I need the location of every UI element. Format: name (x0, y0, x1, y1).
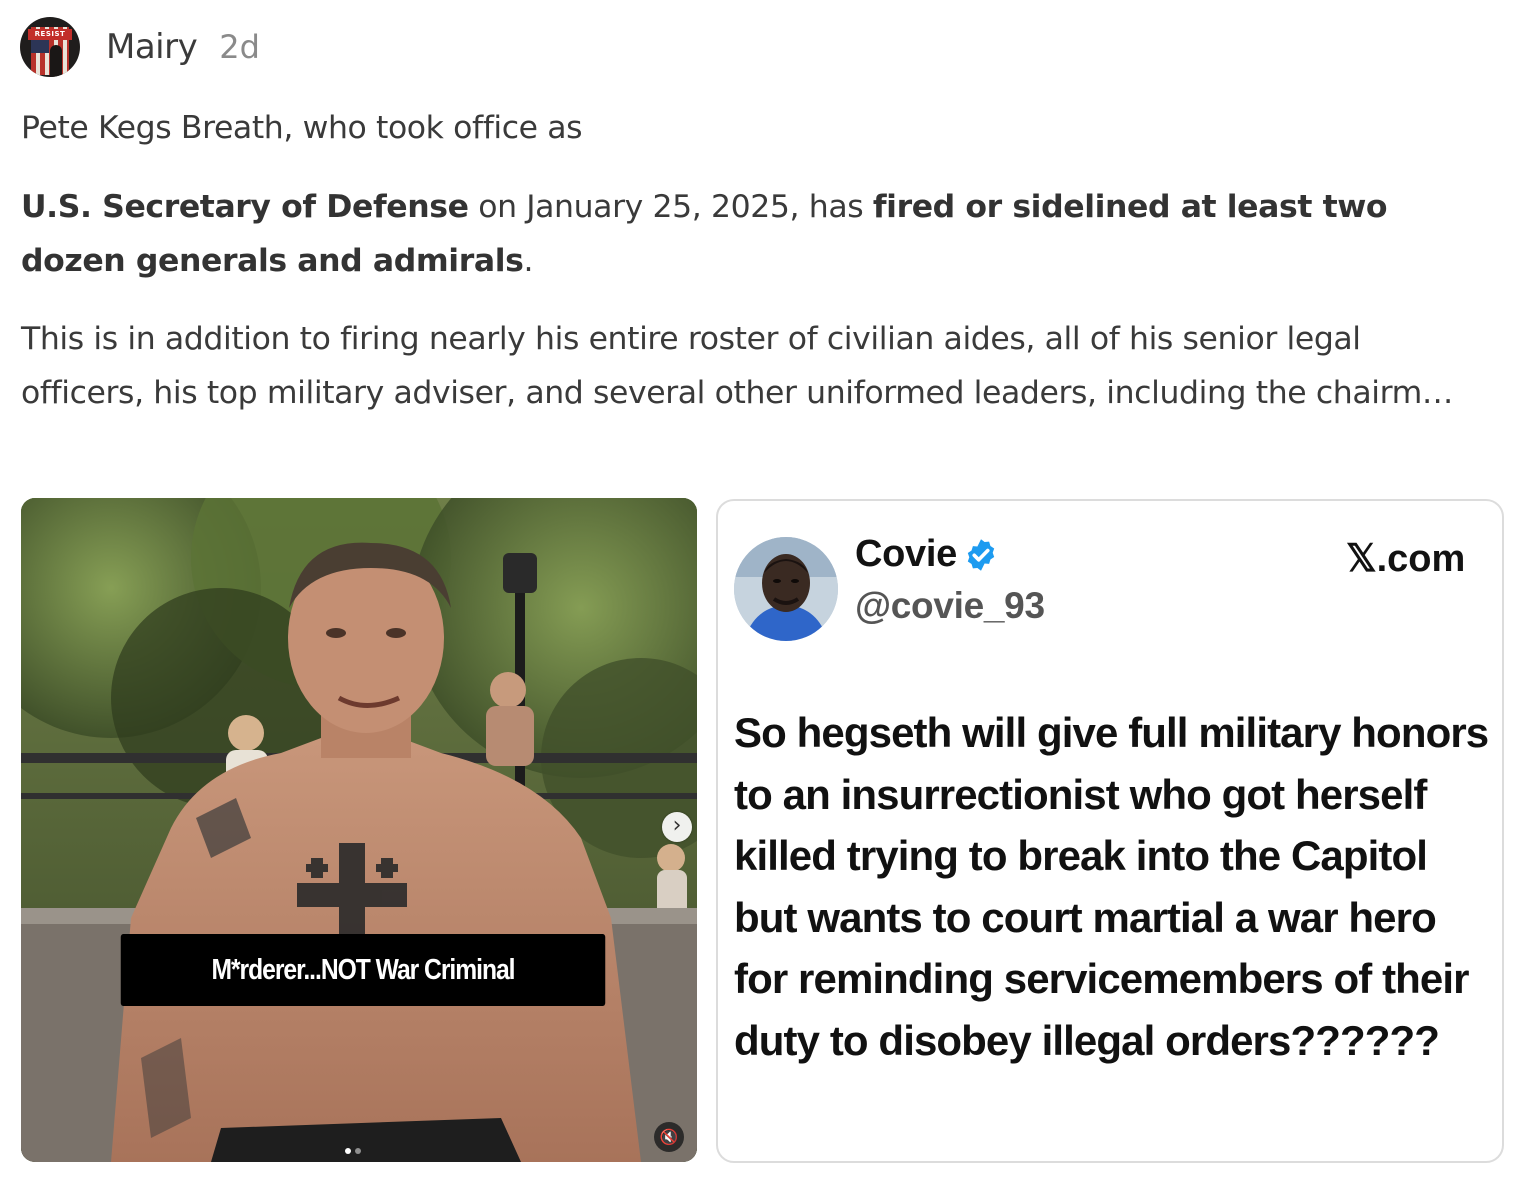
statue-icon (50, 45, 62, 77)
avatar-portrait (734, 537, 838, 641)
carousel-dots (345, 1148, 361, 1154)
post-timestamp[interactable]: 2d (219, 28, 260, 66)
chevron-right-icon[interactable]: › (662, 812, 692, 842)
carousel-dot[interactable] (355, 1148, 361, 1154)
embedded-tweet-card[interactable]: Covie @covie_93 𝕏.com So hegseth will gi… (716, 499, 1504, 1163)
post-paragraph-2: U.S. Secretary of Defense on January 25,… (21, 189, 1388, 279)
tweet-author-handle[interactable]: @covie_93 (855, 585, 1045, 627)
tweet-author-avatar[interactable] (734, 537, 838, 641)
author-avatar[interactable]: RESIST (20, 17, 80, 77)
bold-text: U.S. Secretary of Defense (21, 189, 469, 225)
tweet-name-row: Covie (855, 533, 999, 576)
speaker-muted-icon[interactable]: 🔇 (654, 1122, 684, 1152)
carousel-dot[interactable] (345, 1148, 351, 1154)
avatar-badge: RESIST (28, 29, 72, 40)
tweet-source-link[interactable]: 𝕏.com (1346, 536, 1465, 581)
video-caption: M*rderer...NOT War Criminal (120, 934, 606, 1006)
tweet-author-name[interactable]: Covie (855, 533, 957, 576)
post-paragraph-1: Pete Kegs Breath, who took office as (21, 110, 583, 146)
author-name[interactable]: Mairy (106, 27, 198, 67)
photo-illustration (21, 498, 697, 1162)
media-photo[interactable]: M*rderer...NOT War Criminal › 🔇 (21, 498, 697, 1162)
post-header: RESIST Mairy 2d (20, 17, 260, 77)
post-paragraph-3: This is in addition to firing nearly his… (21, 321, 1453, 411)
tweet-text: So hegseth will give full military honor… (734, 709, 1489, 1064)
verified-badge-icon (967, 538, 995, 571)
